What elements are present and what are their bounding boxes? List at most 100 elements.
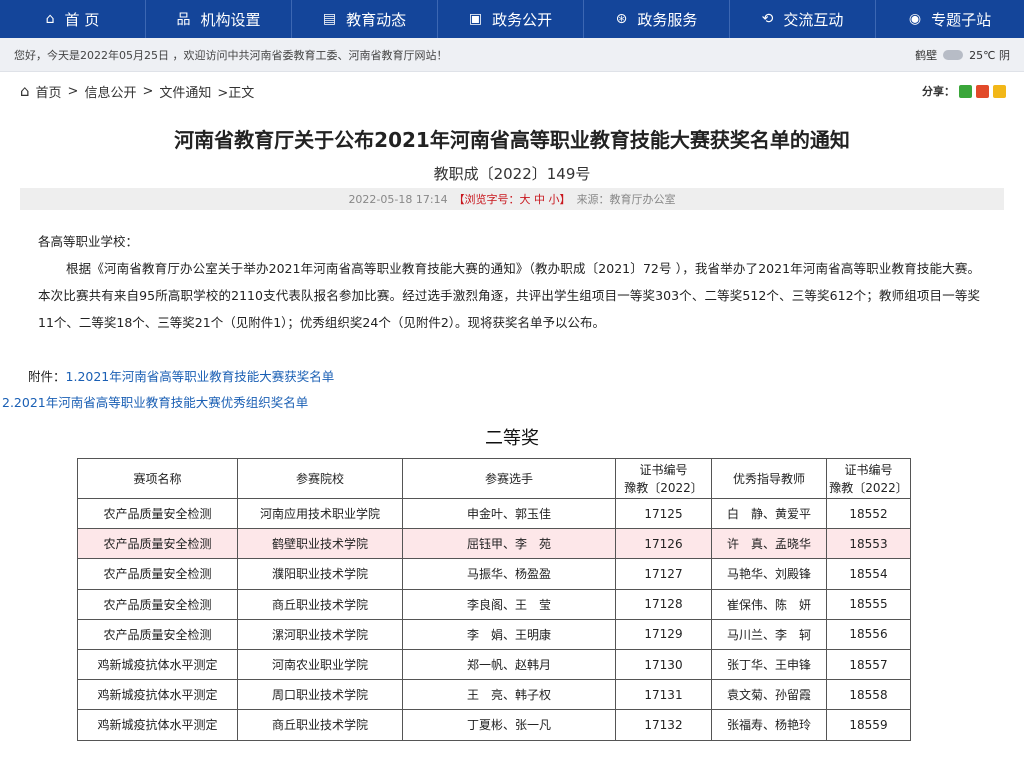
cell-players: 申金叶、郭玉佳 — [402, 497, 616, 530]
cell-cert-number: 17131 — [615, 679, 712, 711]
nav-item-3[interactable]: ▣ 政务公开 — [438, 0, 584, 38]
welcome-text: 您好，今天是2022年05月25日 ，欢迎访问中共河南省委教育工委、河南省教育厅… — [14, 48, 448, 62]
cell-school: 商丘职业技术学院 — [237, 709, 403, 741]
cell-school: 河南农业职业学院 — [237, 648, 403, 681]
cell-teacher-cert-number: 18552 — [826, 497, 911, 530]
interaction-icon: ⟲ — [761, 11, 774, 27]
header-event: 赛项名称 — [77, 458, 238, 499]
table-row: 鸡新城疫抗体水平测定 河南农业职业学院 郑一帆、赵韩月 17130 张丁华、王申锋 185… — [77, 648, 911, 681]
nav-item-label: 专题子站 — [931, 10, 992, 29]
cell-teachers: 白 静、黄爱平 — [711, 497, 827, 530]
cell-teachers: 张福寿、杨艳玲 — [711, 709, 827, 741]
breadcrumb-sep: > — [142, 83, 154, 99]
cell-teacher-cert-number: 18559 — [826, 709, 911, 741]
nav-item-4[interactable]: ⊛ 政务服务 — [584, 0, 730, 38]
cell-event: 农产品质量安全检测 — [77, 588, 238, 620]
welcome-bar: 您好，今天是2022年05月25日 ，欢迎访问中共河南省委教育工委、河南省教育厅… — [0, 38, 1024, 72]
cell-teachers: 袁文菊、孙留霞 — [711, 679, 827, 711]
table-row: 农产品质量安全检测 鹤壁职业技术学院 屈钰甲、李 苑 17126 许 真、孟晓华 1855… — [77, 528, 911, 560]
attachment-link-1[interactable]: 1.2021年河南省高等职业教育技能大赛获奖名单 — [66, 369, 335, 384]
weibo-share-icon[interactable] — [976, 84, 989, 98]
breadcrumb-row: ⌂ 首页 > 信息公开 > 文件通知 >正文 分享： — [0, 72, 1024, 110]
header-teacher-cert-number: 证书编号 豫教〔2022〕 — [826, 458, 911, 499]
nav-item-label: 交流互动 — [783, 10, 844, 29]
cell-players: 屈钰甲、李 苑 — [402, 528, 616, 560]
eye-icon: ◉ — [908, 11, 922, 27]
breadcrumb-notices[interactable]: 文件通知 — [159, 82, 211, 101]
article-meta: 2022-05-18 17:14 【浏览字号：大 中 小】 来源：教育厅办公室 — [20, 188, 1004, 210]
font-size-control[interactable]: 【浏览字号：大 中 小】 — [454, 191, 571, 207]
breadcrumb: ⌂ 首页 > 信息公开 > 文件通知 >正文 — [20, 82, 254, 101]
cell-players: 李良阁、王 莹 — [402, 588, 616, 620]
document-icon: ▣ — [468, 11, 483, 27]
salutation: 各高等职业学校： — [38, 234, 139, 249]
cell-event: 鸡新城疫抗体水平测定 — [77, 709, 238, 741]
cloud-icon — [943, 49, 964, 60]
top-nav: ⌂ 首 页 品机构设置 ▤ 教育动态 ▣ 政务公开 ⊛ 政务服务 ⟲ 交流互动 ◉ 专题子站 — [0, 0, 1024, 38]
header-school: 参赛院校 — [237, 458, 403, 499]
nav-item-6[interactable]: ◉ 专题子站 — [876, 0, 1024, 38]
home-icon: ⌂ — [45, 11, 55, 27]
nav-item-2[interactable]: ▤ 教育动态 — [292, 0, 438, 38]
cell-event: 农产品质量安全检测 — [77, 528, 238, 560]
section-title: 二等奖 — [485, 428, 539, 449]
service-icon: ⊛ — [615, 11, 628, 27]
cell-teacher-cert-number: 18553 — [826, 528, 911, 560]
table-row: 鸡新城疫抗体水平测定 商丘职业技术学院 丁夏彬、张一凡 17132 张福寿、杨艳玲 185… — [77, 709, 911, 741]
cell-cert-number: 17130 — [615, 648, 712, 681]
nav-item-label: 政务公开 — [492, 10, 553, 29]
qq-share-icon[interactable] — [993, 84, 1006, 98]
awards-table: 赛项名称 参赛院校 参赛选手 证书编号 豫教〔2022〕 优秀指导教师 证书编号豫… — [77, 458, 911, 741]
cell-cert-number: 17125 — [615, 497, 712, 530]
table-row: 农产品质量安全检测 河南应用技术职业学院 申金叶、郭玉佳 17125 白 静、黄爱平 18… — [77, 497, 911, 530]
header-players: 参赛选手 — [402, 458, 616, 499]
cell-players: 郑一帆、赵韩月 — [402, 648, 616, 681]
wechat-share-icon[interactable] — [959, 84, 972, 98]
table-row: 鸡新城疫抗体水平测定 周口职业技术学院王 亮、韩子权 17131 袁文菊、孙留霞 185… — [77, 679, 911, 711]
cell-teacher-cert-number: 18554 — [826, 558, 911, 590]
table-row: 农产品质量安全检测 商丘职业技术学院 李良阁、王 莹 17128 崔保伟、陈 妍 1855… — [77, 588, 911, 620]
cell-players: 马振华、杨盈盈 — [402, 558, 616, 590]
cell-teacher-cert-number: 18558 — [826, 679, 911, 711]
cell-teachers: 马艳华、刘殿锋 — [711, 558, 827, 590]
cell-cert-number: 17126 — [615, 528, 712, 560]
attach-label: 附件： — [28, 369, 66, 384]
cell-cert-number: 17132 — [615, 709, 712, 741]
nav-item-label: 教育动态 — [346, 10, 407, 29]
cell-event: 农产品质量安全检测 — [77, 618, 238, 650]
weather-city: 鹤壁 — [915, 48, 938, 62]
breadcrumb-sep: > — [67, 83, 79, 99]
home-icon[interactable]: ⌂ — [20, 82, 30, 100]
breadcrumb-home[interactable]: 首页 — [36, 82, 62, 101]
table-row: 农产品质量安全检测 濮阳职业技术学院 马振华、杨盈盈 17127 马艳华、刘殿锋 1855… — [77, 558, 911, 590]
main-paragraph: 根据《河南省教育厅办公室关于举办2021年河南省高等职业教育技能大赛的通知》（教… — [38, 261, 980, 330]
cell-players: 王 亮、韩子权 — [402, 679, 616, 711]
attachment-link-2[interactable]: 2.2021年河南省高等职业教育技能大赛优秀组织奖名单 — [2, 395, 308, 410]
nav-item-1[interactable]: 品机构设置 — [146, 0, 292, 38]
cell-players: 丁夏彬、张一凡 — [402, 709, 616, 741]
article-source: 来源：教育厅办公室 — [576, 193, 676, 206]
cell-school: 濮阳职业技术学院 — [237, 558, 403, 590]
breadcrumb-info[interactable]: 信息公开 — [84, 82, 136, 101]
publish-date: 2022-05-18 17:14 — [348, 192, 448, 206]
nav-item-0[interactable]: ⌂ 首 页 — [0, 0, 146, 38]
header-cert-number: 证书编号 豫教〔2022〕 — [615, 458, 712, 499]
attachments: 附件：1.2021年河南省高等职业教育技能大赛获奖名单 2.2021年河南省高等… — [0, 364, 1024, 416]
table-header-row: 赛项名称 参赛院校 参赛选手 证书编号 豫教〔2022〕 优秀指导教师 证书编号豫… — [77, 458, 911, 499]
cell-cert-number: 17129 — [615, 618, 712, 650]
cell-school: 河南应用技术职业学院 — [237, 497, 403, 530]
cell-players: 李 娟、王明康 — [402, 618, 616, 650]
cell-event: 农产品质量安全检测 — [77, 497, 238, 530]
header-teachers: 优秀指导教师 — [711, 458, 827, 499]
cell-school: 漯河职业技术学院 — [237, 618, 403, 650]
cell-teachers: 张丁华、王申锋 — [711, 648, 827, 681]
cell-event: 鸡新城疫抗体水平测定 — [77, 648, 238, 681]
cell-teacher-cert-number: 18555 — [826, 588, 911, 620]
cell-teachers: 马川兰、李 轲 — [711, 618, 827, 650]
cell-event: 农产品质量安全检测 — [77, 558, 238, 590]
table-row: 农产品质量安全检测 漯河职业技术学院李 娟、王明康 17129 马川兰、李 轲 1855… — [77, 618, 911, 650]
nav-item-5[interactable]: ⟲ 交流互动 — [730, 0, 876, 38]
nav-item-label: 首 页 — [64, 10, 100, 29]
weather-temp: 25℃ 阴 — [969, 48, 1010, 62]
cell-school: 商丘职业技术学院 — [237, 588, 403, 620]
